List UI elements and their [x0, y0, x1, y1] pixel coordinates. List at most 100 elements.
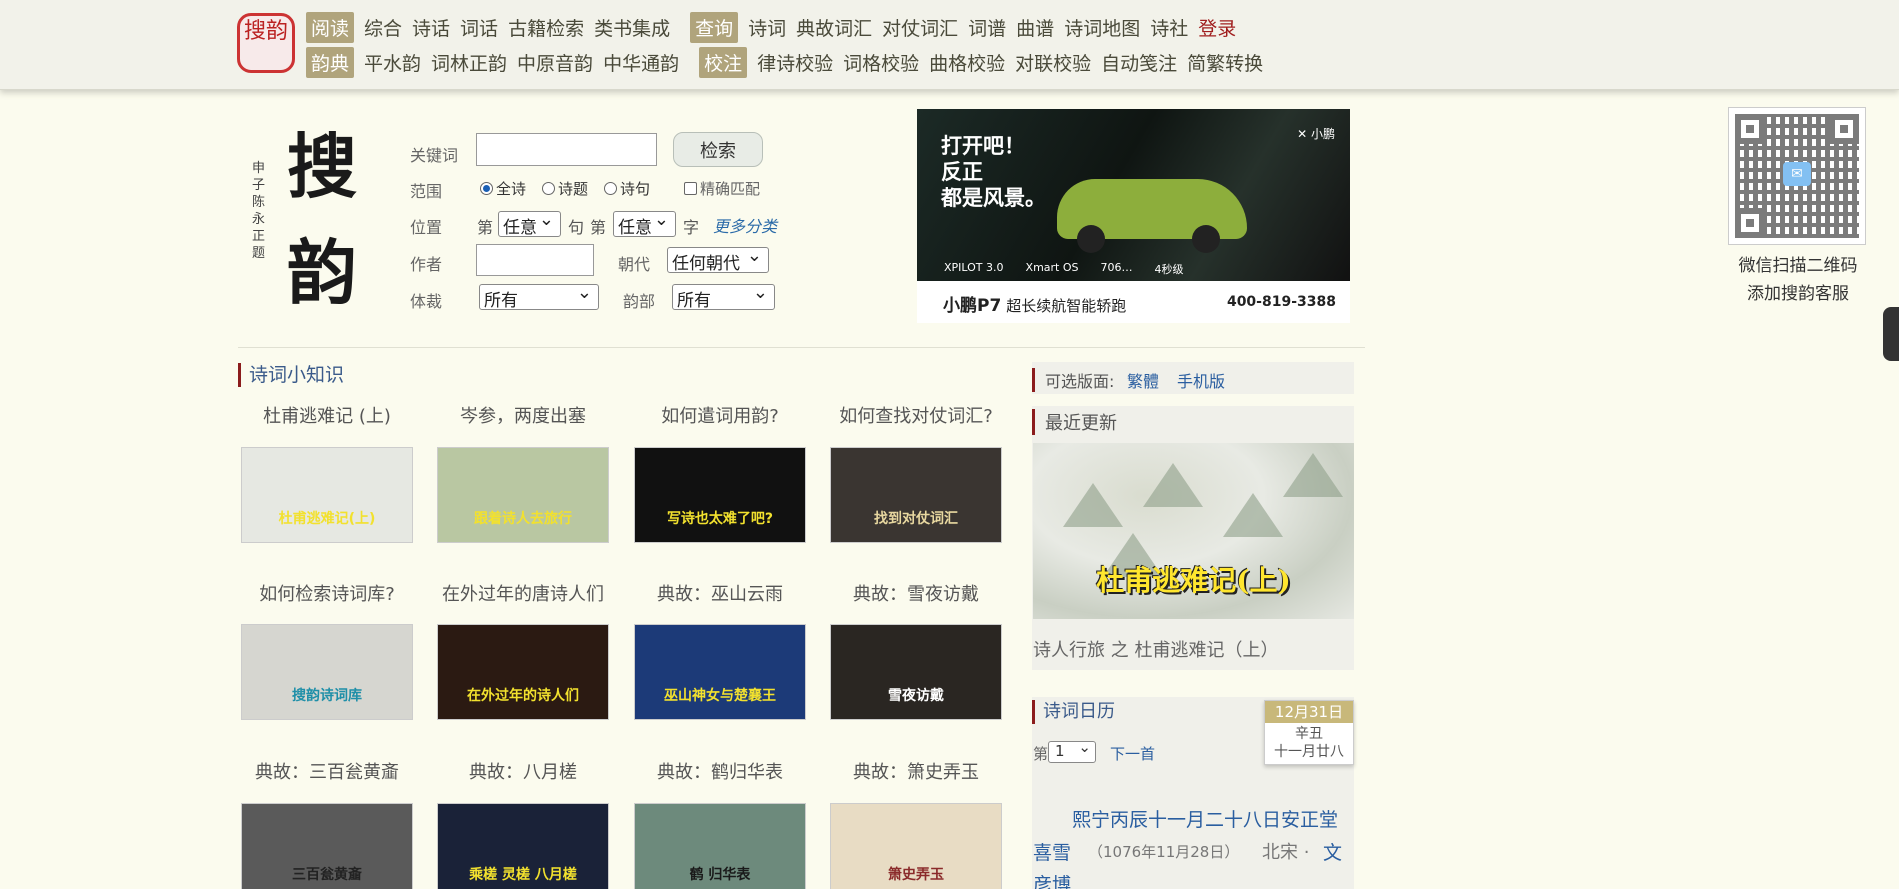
knowledge-item-title[interactable]: 典故：巫山云雨 — [625, 580, 815, 606]
knowledge-item-title[interactable]: 杜甫逃难记 (上) — [232, 402, 422, 428]
keyword-input[interactable] — [476, 133, 657, 166]
knowledge-item-thumbnail[interactable]: 写诗也太难了吧? — [634, 447, 806, 543]
thumbnail-label: 搜韵诗词库 — [292, 688, 362, 704]
knowledge-item-title[interactable]: 典故：八月槎 — [428, 758, 618, 784]
nav-item-2[interactable]: 平水韵 — [364, 49, 421, 76]
radio-checked-icon — [480, 182, 493, 195]
knowledge-item-title[interactable]: 在外过年的唐诗人们 — [428, 580, 618, 606]
nav-item-14[interactable]: 诗社 — [1150, 14, 1188, 41]
side-panel-handle[interactable] — [1883, 307, 1899, 361]
nav-item-10[interactable]: 对仗词汇 — [882, 14, 958, 41]
nav-item-6[interactable]: 类书集成 — [594, 14, 670, 41]
poem-author[interactable]: 文 — [1323, 838, 1342, 865]
nav-row-2: 韵典 平水韵 词林正韵 中原音韵 中华通韵 校注 律诗校验 词格校验 曲格校验 对联校验 自动笺注简… — [306, 46, 1273, 78]
scope-radio-line[interactable]: 诗句 — [604, 178, 650, 199]
rhyme-select[interactable]: 所有 — [672, 282, 775, 311]
keyword-label: 关键词 — [410, 146, 459, 165]
nav-item-11[interactable]: 词谱 — [968, 14, 1006, 41]
knowledge-item-thumbnail[interactable]: 鹤 归华表 — [634, 803, 806, 889]
knowledge-item-thumbnail[interactable]: 跟着诗人去旅行 — [437, 447, 609, 543]
qr-caption: 微信扫描二维码 添加搜韵客服 — [1738, 256, 1858, 304]
thumbnail-label: 巫山神女与楚襄王 — [664, 688, 776, 704]
knowledge-item-thumbnail[interactable]: 箫史弄玉 — [830, 803, 1002, 889]
thumbnail-label: 乘槎 灵槎 八月槎 — [469, 867, 577, 883]
exact-match-checkbox[interactable]: 精确匹配 — [684, 178, 760, 199]
exact-match-label: 精确匹配 — [700, 180, 761, 198]
recent-update-caption[interactable]: 诗人行旅 之 杜甫逃难记（上） — [1033, 636, 1278, 662]
nav-item-2[interactable]: 综合 — [364, 14, 402, 41]
nav-item-13[interactable]: 诗词地图 — [1064, 14, 1140, 41]
knowledge-item-title[interactable]: 如何遣词用韵? — [625, 402, 815, 428]
more-categories-link[interactable]: 更多分类 — [713, 213, 777, 237]
dynasty-select[interactable]: 任何朝代 — [667, 245, 769, 274]
thumbnail-label: 跟着诗人去旅行 — [474, 511, 572, 527]
nav-item-9[interactable]: 曲格校验 — [929, 49, 1005, 76]
knowledge-item-thumbnail[interactable]: 乘槎 灵槎 八月槎 — [437, 803, 609, 889]
knowledge-item-title[interactable]: 典故：三百瓮黄齑 — [232, 758, 422, 784]
knowledge-item-thumbnail[interactable]: 三百瓮黄齑 — [241, 803, 413, 889]
genre-select[interactable]: 所有 — [479, 282, 599, 311]
knowledge-item-title[interactable]: 如何查找对仗词汇? — [821, 402, 1011, 428]
author-input[interactable] — [476, 244, 594, 276]
version-label: 可选版面: — [1032, 368, 1114, 392]
car-illustration — [1057, 179, 1247, 253]
nav-item-7[interactable]: 查询 — [690, 11, 739, 43]
knowledge-item-title[interactable]: 典故：鹤归华表 — [625, 758, 815, 784]
position-ju-label: 句 — [568, 218, 585, 237]
scope-radio-title[interactable]: 诗题 — [542, 178, 588, 199]
nav-item-5[interactable]: 古籍检索 — [508, 14, 584, 41]
nav-item-8[interactable]: 词格校验 — [843, 49, 919, 76]
nav-item-15[interactable]: 登录 — [1198, 14, 1236, 41]
recent-update-image[interactable]: 杜甫逃难记(上) — [1033, 443, 1354, 619]
mobile-version-link[interactable]: 手机版 — [1177, 368, 1225, 392]
scope-option-label: 全诗 — [496, 180, 527, 198]
dynasty-label: 朝代 — [618, 255, 651, 274]
knowledge-item-thumbnail[interactable]: 杜甫逃难记(上) — [241, 447, 413, 543]
page-prefix: 第 — [1033, 745, 1049, 763]
traditional-version-link[interactable]: 繁體 — [1127, 368, 1159, 392]
nav-row-1: 阅读 综合 诗话 词话 古籍检索 类书集成 查询 诗词 典故词汇 对仗词汇 词谱 曲谱 诗词地图 诗社 登录 — [306, 11, 1246, 43]
wechat-qr-code: ✉ — [1728, 107, 1866, 245]
poem-title[interactable]: 熙宁丙辰十一月二十八日安正堂 — [1072, 805, 1338, 832]
nav-item-12[interactable]: 曲谱 — [1016, 14, 1054, 41]
nav-item-6[interactable]: 校注 — [699, 46, 748, 78]
thumbnail-label: 三百瓮黄齑 — [292, 867, 362, 883]
knowledge-item-title[interactable]: 如何检索诗词库? — [232, 580, 422, 606]
sentence-position-select[interactable]: 任意 — [498, 209, 561, 238]
nav-item-1[interactable]: 韵典 — [306, 46, 355, 78]
nav-item-10[interactable]: 对联校验 — [1015, 49, 1091, 76]
poem-author-cont[interactable]: 彦博 — [1033, 870, 1071, 889]
position-label: 位置 — [410, 218, 443, 237]
nav-item-4[interactable]: 词话 — [460, 14, 498, 41]
thumbnail-label: 写诗也太难了吧? — [666, 511, 774, 527]
nav-item-7[interactable]: 律诗校验 — [757, 49, 833, 76]
knowledge-item-title[interactable]: 岑参，两度出塞 — [428, 402, 618, 428]
nav-item-1[interactable]: 阅读 — [306, 11, 355, 43]
next-poem-link[interactable]: 下一首 — [1110, 743, 1155, 764]
nav-item-5[interactable]: 中华通韵 — [603, 49, 679, 76]
nav-item-4[interactable]: 中原音韵 — [517, 49, 593, 76]
knowledge-item-thumbnail[interactable]: 找到对仗词汇 — [830, 447, 1002, 543]
knowledge-item-thumbnail[interactable]: 雪夜访戴 — [830, 624, 1002, 720]
rhyme-label: 韵部 — [623, 292, 656, 311]
char-position-select[interactable]: 任意 — [613, 209, 676, 238]
nav-item-12[interactable]: 简繁转换 — [1187, 49, 1263, 76]
nav-item-3[interactable]: 诗话 — [412, 14, 450, 41]
search-button[interactable]: 检索 — [673, 132, 763, 167]
nav-item-11[interactable]: 自动笺注 — [1101, 49, 1177, 76]
site-logo[interactable]: 搜韵 — [237, 13, 295, 73]
nav-item-8[interactable]: 诗词 — [748, 14, 786, 41]
knowledge-item-thumbnail[interactable]: 搜韵诗词库 — [241, 624, 413, 720]
knowledge-item-thumbnail[interactable]: 巫山神女与楚襄王 — [634, 624, 806, 720]
calendar-page-select[interactable]: 1 — [1048, 738, 1096, 763]
knowledge-item-thumbnail[interactable]: 在外过年的诗人们 — [437, 624, 609, 720]
scope-radio-all[interactable]: 全诗 — [480, 178, 526, 199]
position-zi-label: 字 — [683, 218, 700, 237]
calligraphy-signature: 申子陈永正题 — [252, 161, 266, 261]
knowledge-item-title[interactable]: 典故：雪夜访戴 — [821, 580, 1011, 606]
poem-title-end[interactable]: 喜雪 — [1033, 838, 1071, 865]
knowledge-item-title[interactable]: 典故：箫史弄玉 — [821, 758, 1011, 784]
nav-item-3[interactable]: 词林正韵 — [431, 49, 507, 76]
nav-item-9[interactable]: 典故词汇 — [796, 14, 872, 41]
advertisement-banner[interactable]: 打开吧！ 反正 都是风景。 ✕ 小鹏 XPILOT 3.0 Xmart OS 706… 4… — [917, 109, 1350, 323]
